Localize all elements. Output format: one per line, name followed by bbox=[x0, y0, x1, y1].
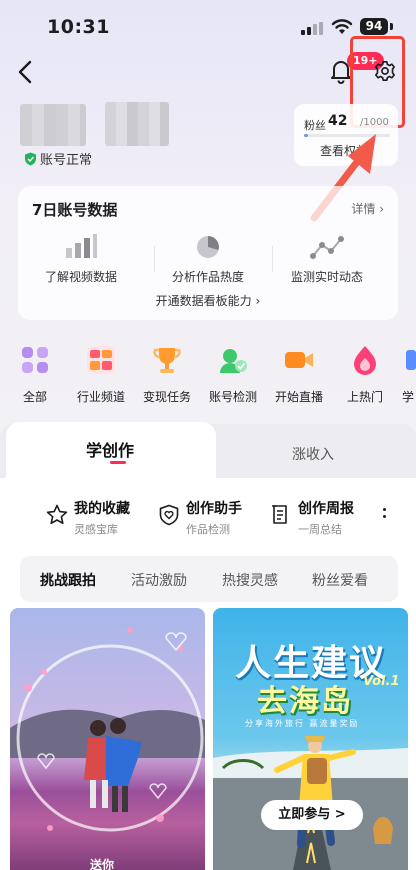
tab-increase-income[interactable]: 涨收入 bbox=[292, 444, 334, 464]
report-icon bbox=[272, 505, 287, 524]
camera-icon bbox=[285, 352, 313, 368]
tool-subtitle: 作品检测 bbox=[186, 523, 230, 536]
shield-check-icon bbox=[25, 152, 36, 165]
shield-heart-icon bbox=[159, 504, 179, 526]
cellular-signal-icon bbox=[301, 22, 323, 35]
shortcut-label: 变现任务 bbox=[142, 390, 191, 404]
line-chart-icon bbox=[310, 236, 344, 259]
stat-realtime[interactable]: 监测实时动态 bbox=[264, 234, 390, 285]
account-status[interactable]: 账号正常 bbox=[24, 149, 92, 168]
bar-chart-icon bbox=[66, 234, 97, 258]
shortcut-industry-channel[interactable]: 行业频道 bbox=[67, 344, 135, 405]
shortcut-label: 账号检测 bbox=[208, 390, 257, 404]
pie-chart-icon bbox=[197, 236, 219, 258]
shortcut-account-check[interactable]: 账号检测 bbox=[199, 344, 267, 405]
shortcut-label: 全部 bbox=[22, 390, 47, 404]
tool-subtitle: 灵感宝库 bbox=[74, 523, 118, 536]
shortcut-monetize[interactable]: 变现任务 bbox=[133, 344, 201, 405]
battery-icon: 94 bbox=[360, 18, 388, 35]
event-subtitle: 分享海外旅行 赢流量奖励 bbox=[245, 719, 360, 728]
shortcut-go-live[interactable]: 开始直播 bbox=[265, 344, 333, 405]
card-title: 7日账号数据 bbox=[32, 201, 118, 219]
sub-tab-fans-favorite[interactable]: 粉丝爱看 bbox=[312, 570, 368, 590]
tab-learn-create[interactable]: 学创作 bbox=[86, 437, 134, 461]
wifi-icon bbox=[331, 19, 353, 34]
tool-title: 我的收藏 bbox=[74, 501, 130, 517]
shortcut-label: 行业频道 bbox=[76, 390, 125, 404]
status-time: 10:31 bbox=[47, 16, 110, 38]
tab-indicator bbox=[110, 461, 126, 464]
shortcut-learn[interactable]: 学 bbox=[380, 344, 416, 405]
join-now-button[interactable]: 立即参与 > bbox=[261, 800, 363, 830]
tool-my-favorites[interactable]: 我的收藏 灵感宝库 bbox=[46, 498, 130, 536]
event-volume: Vol.1 bbox=[363, 674, 400, 689]
stat-video-data[interactable]: 了解视频数据 bbox=[18, 234, 144, 285]
island-event-card[interactable]: 人生建议 去海岛 Vol.1 分享海外旅行 赢流量奖励 立即参与 > bbox=[213, 608, 408, 870]
star-icon bbox=[46, 504, 68, 525]
trophy-icon bbox=[153, 348, 181, 373]
stat-label: 监测实时动态 bbox=[290, 270, 363, 284]
channel-icon bbox=[87, 346, 115, 374]
tool-subtitle: 一周总结 bbox=[298, 523, 342, 536]
sub-tab-hot-search[interactable]: 热搜灵感 bbox=[222, 570, 278, 590]
check-icon bbox=[220, 349, 247, 373]
flame-icon bbox=[354, 346, 376, 375]
tool-title: 创作周报 bbox=[298, 501, 354, 517]
sub-tab-challenge[interactable]: 挑战跟拍 bbox=[40, 570, 96, 590]
sub-tab-activity[interactable]: 活动激励 bbox=[131, 570, 187, 590]
shortcut-label: 开始直播 bbox=[274, 390, 323, 404]
account-status-label: 账号正常 bbox=[40, 153, 93, 168]
learn-icon bbox=[406, 350, 416, 370]
fans-goal: /1000 bbox=[360, 117, 389, 128]
fans-count: 42 bbox=[328, 113, 348, 129]
challenge-video-card[interactable]: 送你 bbox=[10, 608, 205, 870]
tool-weekly-report[interactable]: 创作周报 一周总结 bbox=[270, 498, 354, 536]
stat-label: 分析作品热度 bbox=[171, 270, 244, 284]
seven-day-data-card: 7日账号数据 详情 › 了解视频数据 分析作品热度 监测实时动态 开通数据看板能… bbox=[18, 186, 398, 320]
couple-photo-illustration bbox=[10, 627, 205, 832]
battery-tip bbox=[390, 23, 393, 30]
stat-work-heat[interactable]: 分析作品热度 bbox=[145, 234, 271, 285]
shortcut-row: 全部 行业频道 变现任务 账号检测 开始直播 上热门 学 bbox=[0, 344, 416, 404]
tool-title: 创作助手 bbox=[186, 501, 242, 517]
blurred-username bbox=[105, 102, 169, 146]
shortcut-label: 学 bbox=[402, 390, 415, 404]
back-arrow-icon[interactable] bbox=[14, 58, 38, 86]
grid-icon bbox=[22, 347, 48, 373]
details-link[interactable]: 详情 › bbox=[351, 200, 384, 217]
tool-creation-assistant[interactable]: 创作助手 作品检测 bbox=[158, 498, 242, 536]
more-dots-icon[interactable] bbox=[383, 508, 387, 526]
event-title-sub: 去海岛 bbox=[257, 684, 353, 719]
card-caption: 送你 bbox=[90, 858, 115, 870]
shortcut-all[interactable]: 全部 bbox=[1, 344, 69, 405]
stat-label: 了解视频数据 bbox=[44, 270, 117, 284]
blurred-avatar bbox=[20, 104, 86, 146]
open-dashboard-link[interactable]: 开通数据看板能力 › bbox=[18, 292, 398, 309]
